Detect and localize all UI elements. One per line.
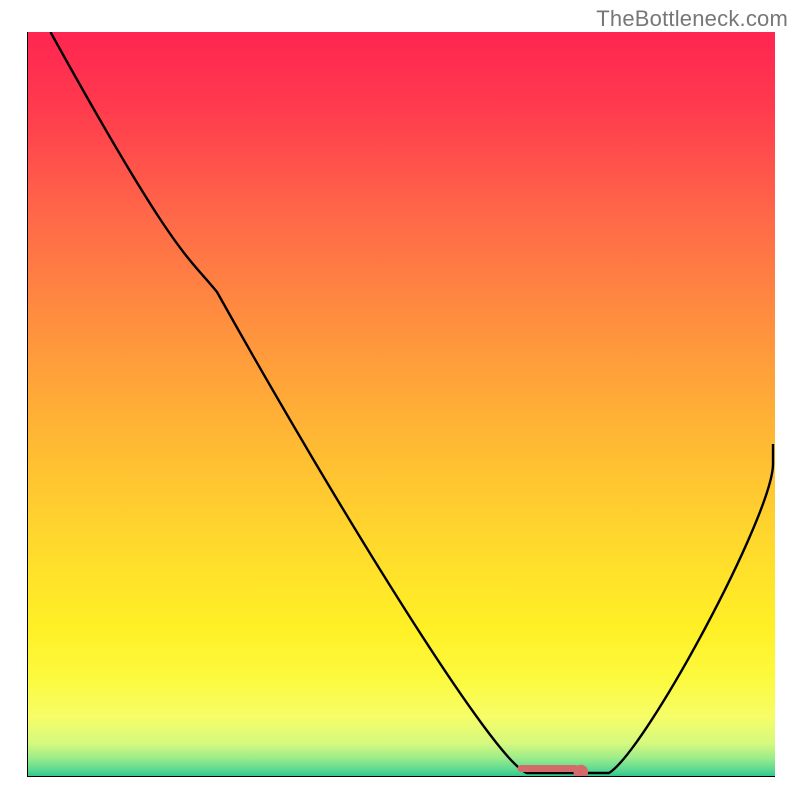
chart-container: TheBottleneck.com [0,0,800,800]
gradient-background [27,32,775,777]
plot-svg [27,32,775,777]
watermark-text: TheBottleneck.com [596,6,788,32]
plot-area [27,32,775,777]
